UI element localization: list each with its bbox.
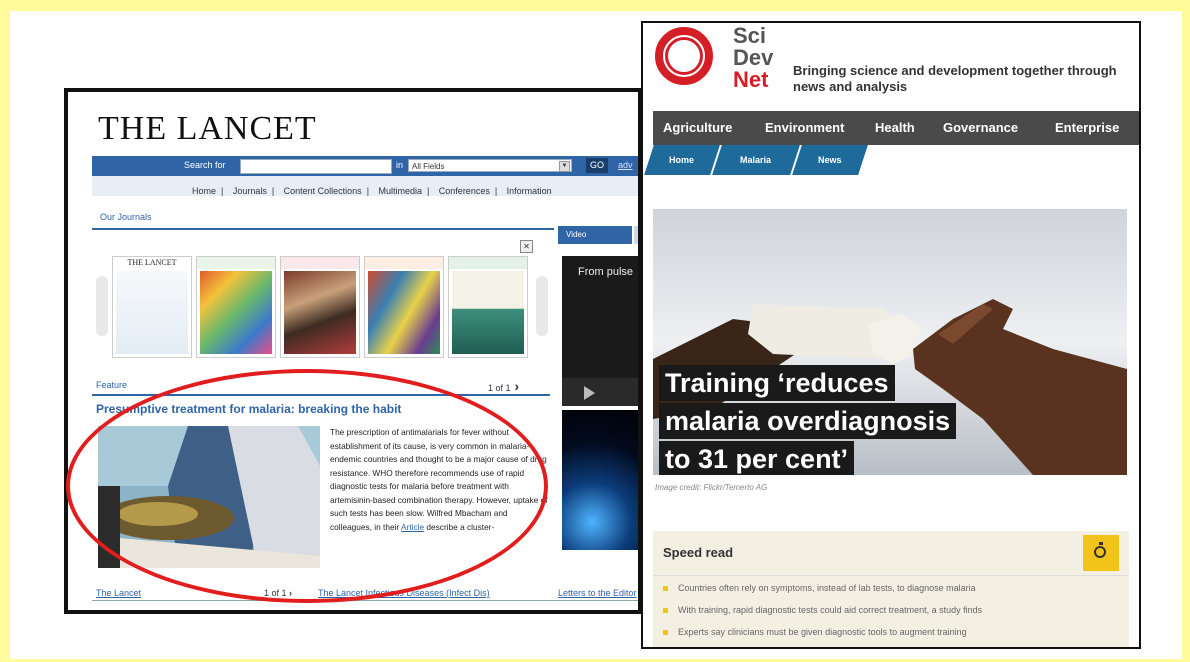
journal-carousel: THE LANCET — [96, 256, 548, 364]
divider — [653, 575, 1129, 576]
nav-content-collections[interactable]: Content Collections — [284, 186, 362, 196]
logo-line-sci: Sci — [733, 23, 767, 48]
scidev-logo-inner — [665, 37, 703, 75]
scidev-screenshot: Sci Dev Net Bringing science and develop… — [641, 21, 1141, 649]
logo-line-dev: Dev — [733, 45, 774, 70]
nav-health[interactable]: Health — [875, 120, 915, 135]
speed-read-item: Countries often rely on symptoms, instea… — [663, 583, 976, 593]
nav-agriculture[interactable]: Agriculture — [663, 120, 732, 135]
nav-multimedia[interactable]: Multimedia — [378, 186, 422, 196]
journal-cover[interactable] — [364, 256, 444, 358]
breadcrumb-news[interactable]: News — [792, 145, 868, 175]
video-title: From pulse — [578, 266, 634, 278]
carousel-next-arrow[interactable] — [536, 276, 548, 336]
breadcrumb-malaria[interactable]: Malaria — [712, 145, 800, 175]
tab-video[interactable]: Video — [558, 226, 632, 244]
scidev-nav: Agriculture Environment Health Governanc… — [653, 111, 1139, 145]
carousel-prev-arrow[interactable] — [96, 276, 108, 336]
journal-cover[interactable] — [280, 256, 360, 358]
search-go-button[interactable]: GO — [586, 158, 608, 173]
divider — [92, 600, 638, 601]
journal-cover[interactable] — [448, 256, 528, 358]
nav-information[interactable]: Information — [507, 186, 552, 196]
journal-cover[interactable] — [196, 256, 276, 358]
image-credit: Image credit: Flickr/Temerto AG — [655, 483, 768, 492]
speed-read-item: Experts say clinicians must be given dia… — [663, 627, 967, 637]
video-controls — [562, 378, 638, 406]
lancet-nav: Home | Journals | Content Collections | Mul… — [92, 176, 638, 196]
breadcrumb: Home Malaria News — [644, 145, 868, 175]
search-in-label: in — [396, 160, 404, 170]
pager-text: 1 of 1 — [488, 383, 511, 393]
lancet-search-bar: Search for in All Fields ▼ GO adv — [92, 156, 638, 176]
scidev-logo[interactable]: Sci Dev Net — [733, 25, 773, 91]
feature-label[interactable]: Feature — [96, 380, 127, 390]
search-field-select[interactable]: All Fields ▼ — [408, 159, 572, 172]
space-image[interactable] — [562, 410, 638, 550]
search-input[interactable] — [240, 159, 392, 174]
cover-title: THE LANCET — [113, 257, 191, 269]
footer-letters-link[interactable]: Letters to the Editor — [558, 588, 637, 598]
nav-environment[interactable]: Environment — [765, 120, 844, 135]
search-field-value: All Fields — [412, 162, 445, 171]
breadcrumb-home[interactable]: Home — [644, 145, 720, 175]
video-player[interactable]: From pulse — [562, 256, 638, 406]
tagline: Bringing science and development togethe… — [793, 63, 1117, 94]
logo-line-net: Net — [733, 67, 769, 92]
hero-headline[interactable]: Training ‘reduces malaria overdiagnosis … — [659, 365, 957, 475]
search-label: Search for — [184, 160, 226, 170]
close-icon[interactable]: ✕ — [520, 240, 533, 253]
nav-conferences[interactable]: Conferences — [439, 186, 490, 196]
hero-image[interactable]: Training ‘reduces malaria overdiagnosis … — [653, 209, 1127, 475]
footer-lancet-link[interactable]: The Lancet — [96, 588, 141, 598]
chevron-right-icon[interactable]: › — [515, 378, 520, 394]
nav-journals[interactable]: Journals — [233, 186, 267, 196]
stopwatch-icon[interactable] — [1083, 535, 1119, 571]
speed-read-box: Speed read Countries often rely on sympt… — [653, 531, 1129, 647]
chevron-down-icon: ▼ — [559, 161, 570, 172]
speed-read-title: Speed read — [663, 545, 734, 560]
headline-line: Training ‘reduces — [659, 365, 895, 401]
nav-enterprise[interactable]: Enterprise — [1055, 120, 1119, 135]
headline-line: to 31 per cent’ — [659, 441, 855, 475]
divider — [92, 228, 554, 230]
headline-line: malaria overdiagnosis — [659, 403, 957, 439]
our-journals-heading[interactable]: Our Journals — [100, 212, 152, 222]
lancet-logo[interactable]: THE LANCET — [98, 110, 317, 148]
journal-cover[interactable]: THE LANCET — [112, 256, 192, 358]
nav-home[interactable]: Home — [192, 186, 216, 196]
feature-pager[interactable]: 1 of 1 › — [488, 378, 519, 394]
speed-read-item: With training, rapid diagnostic tests co… — [663, 605, 982, 615]
nav-governance[interactable]: Governance — [943, 120, 1018, 135]
highlight-oval — [66, 369, 548, 603]
play-icon[interactable] — [584, 386, 595, 400]
advanced-search-link[interactable]: adv — [618, 160, 633, 170]
